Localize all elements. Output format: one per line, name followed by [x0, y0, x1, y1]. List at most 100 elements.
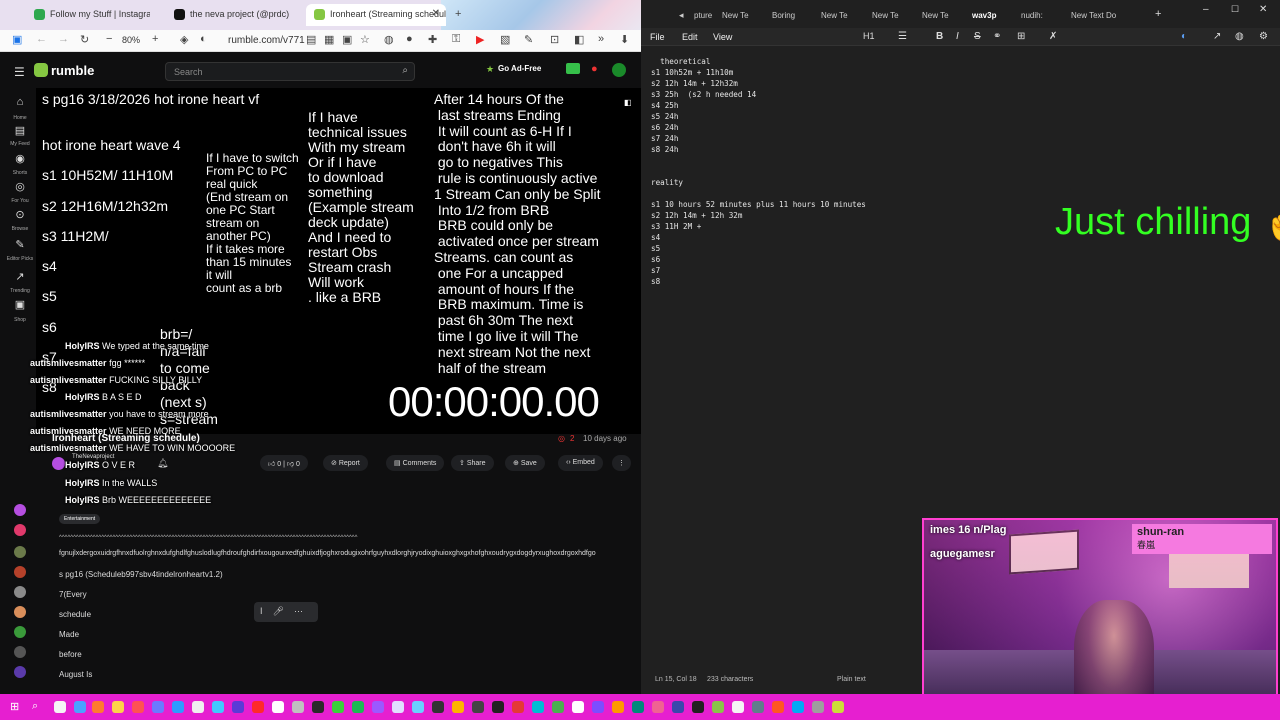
report-button[interactable]: ⊘ Report	[323, 455, 368, 471]
taskbar-app-icon[interactable]	[272, 701, 284, 713]
taskbar-app-icon[interactable]	[432, 701, 444, 713]
clear-format-icon[interactable]: ✗	[1049, 31, 1057, 42]
taskbar-app-icon[interactable]	[172, 701, 184, 713]
start-windows-icon[interactable]: ⊞	[10, 700, 19, 713]
new-tab-icon[interactable]: +	[1155, 8, 1161, 20]
browser-tab-instagram[interactable]: Follow my Stuff | Instagram, Tik	[26, 4, 150, 26]
notepad-text-area[interactable]: theoretical s1 10h52m + 11h10m s2 12h 14…	[651, 56, 866, 287]
strikethrough-icon[interactable]: S	[974, 31, 981, 42]
screenshot-icon[interactable]: ▣	[342, 33, 352, 46]
taskbar-app-icon[interactable]	[832, 701, 844, 713]
file-explorer-icon[interactable]	[112, 701, 124, 713]
microphone-icon[interactable]: 🎤︎	[273, 606, 284, 616]
taskbar-app-icon[interactable]	[132, 701, 144, 713]
bookmark-star-icon[interactable]: ☆	[360, 33, 370, 46]
taskbar-app-icon[interactable]	[752, 701, 764, 713]
home-icon[interactable]: ⌂	[11, 96, 29, 108]
avatar[interactable]	[14, 546, 26, 558]
shop-icon[interactable]: ▣	[11, 298, 29, 311]
taskbar-app-icon[interactable]	[812, 701, 824, 713]
save-button[interactable]: ⊕ Save	[505, 455, 545, 471]
extension-icon[interactable]: ◍	[384, 33, 394, 46]
taskbar-app-icon[interactable]	[352, 701, 364, 713]
notepad-tab[interactable]: Boring	[772, 11, 795, 20]
reload-icon[interactable]: ↻	[80, 33, 89, 46]
reader-icon[interactable]: ▤	[306, 33, 316, 46]
close-window-icon[interactable]: ✕	[1259, 4, 1267, 15]
player-settings-icon[interactable]: ◧	[624, 98, 632, 107]
taskbar-app-icon[interactable]	[712, 701, 724, 713]
taskbar-app-icon[interactable]	[312, 701, 324, 713]
avatar[interactable]	[14, 504, 26, 516]
close-tab-icon[interactable]: ✕	[432, 8, 440, 19]
like-dislike-button[interactable]: 👍︎ 0 | 👎︎ 0	[260, 455, 308, 471]
more-options-icon[interactable]: ⋮	[612, 455, 631, 471]
back-icon[interactable]: ←	[36, 33, 47, 45]
go-live-icon[interactable]	[566, 63, 580, 74]
avatar[interactable]	[14, 566, 26, 578]
editor-picks-icon[interactable]: ✎	[11, 238, 29, 251]
minimize-icon[interactable]: –	[1203, 4, 1209, 15]
taskbar-app-icon[interactable]	[472, 701, 484, 713]
notepad-tab[interactable]: New Te	[821, 11, 848, 20]
taskbar-app-icon[interactable]	[512, 701, 524, 713]
taskbar-app-icon[interactable]	[332, 701, 344, 713]
avatar[interactable]	[14, 524, 26, 536]
brush-icon[interactable]: ✎	[524, 33, 533, 46]
more-dots-icon[interactable]: ⋯	[294, 606, 303, 616]
address-bar-url[interactable]: rumble.com/v771	[228, 35, 305, 46]
new-tab-icon[interactable]: +	[455, 8, 461, 20]
rumble-logo[interactable]: rumble	[34, 63, 94, 78]
image-icon[interactable]: ▧	[500, 33, 510, 46]
profile-avatar[interactable]	[612, 63, 626, 77]
taskbar-app-icon[interactable]	[192, 701, 204, 713]
taskbar-app-icon[interactable]	[792, 701, 804, 713]
embed-button[interactable]: ‹› Embed	[558, 455, 603, 471]
taskbar-app-icon[interactable]	[532, 701, 544, 713]
heading-dropdown[interactable]: H1	[863, 31, 875, 41]
extension-dark-icon[interactable]: ●	[406, 33, 413, 45]
workspaces-icon[interactable]: ▣	[12, 33, 22, 46]
search-icon[interactable]: ⌕	[32, 700, 38, 713]
avatar[interactable]	[14, 586, 26, 598]
table-icon[interactable]: ⊞	[1017, 31, 1025, 42]
youtube-extension-icon[interactable]: ▶	[476, 33, 484, 46]
avatar[interactable]	[14, 606, 26, 618]
taskbar-app-icon[interactable]	[592, 701, 604, 713]
taskbar-app-icon[interactable]	[612, 701, 624, 713]
search-icon[interactable]: ⌕	[402, 65, 408, 76]
download-icon[interactable]: ⬇	[620, 33, 629, 46]
category-tag[interactable]: Entertainment	[59, 514, 101, 524]
taskbar-app-icon[interactable]	[452, 701, 464, 713]
share-button[interactable]: ⇪ Share	[451, 455, 494, 471]
task-view-icon[interactable]	[54, 701, 66, 713]
menu-view[interactable]: View	[713, 32, 732, 42]
taskbar-app-icon[interactable]	[92, 701, 104, 713]
avatar[interactable]	[14, 646, 26, 658]
taskbar-app-icon[interactable]	[572, 701, 584, 713]
zoom-level[interactable]: 80%	[122, 35, 140, 45]
menu-edit[interactable]: Edit	[682, 32, 698, 42]
link-icon[interactable]: ⚭	[993, 31, 1001, 42]
text-cursor-icon[interactable]: I	[260, 606, 263, 616]
search-input[interactable]: Search ⌕	[165, 62, 415, 81]
browser-taskbar-icon[interactable]	[252, 701, 264, 713]
puzzle-icon[interactable]: ✚	[428, 33, 437, 46]
settings-gear-icon[interactable]: ⚙	[1259, 31, 1268, 42]
taskbar-app-icon[interactable]	[74, 701, 86, 713]
forward-icon[interactable]: →	[58, 33, 69, 45]
taskbar-app-icon[interactable]	[212, 701, 224, 713]
key-icon[interactable]: ⚿	[452, 33, 460, 46]
taskbar-app-icon[interactable]	[732, 701, 744, 713]
copilot-icon[interactable]: ◐	[1181, 31, 1187, 42]
notepad-tab[interactable]: New Te	[922, 11, 949, 20]
taskbar-app-icon[interactable]	[412, 701, 424, 713]
menu-file[interactable]: File	[650, 32, 665, 42]
shorts-icon[interactable]: ◉	[11, 152, 29, 165]
camera-icon[interactable]: ⊡	[550, 33, 559, 46]
taskbar-app-icon[interactable]	[652, 701, 664, 713]
hamburger-menu-icon[interactable]: ☰	[14, 65, 25, 79]
taskbar-app-icon[interactable]	[152, 701, 164, 713]
for-you-icon[interactable]: ◎	[11, 180, 29, 193]
taskbar-app-icon[interactable]	[492, 701, 504, 713]
